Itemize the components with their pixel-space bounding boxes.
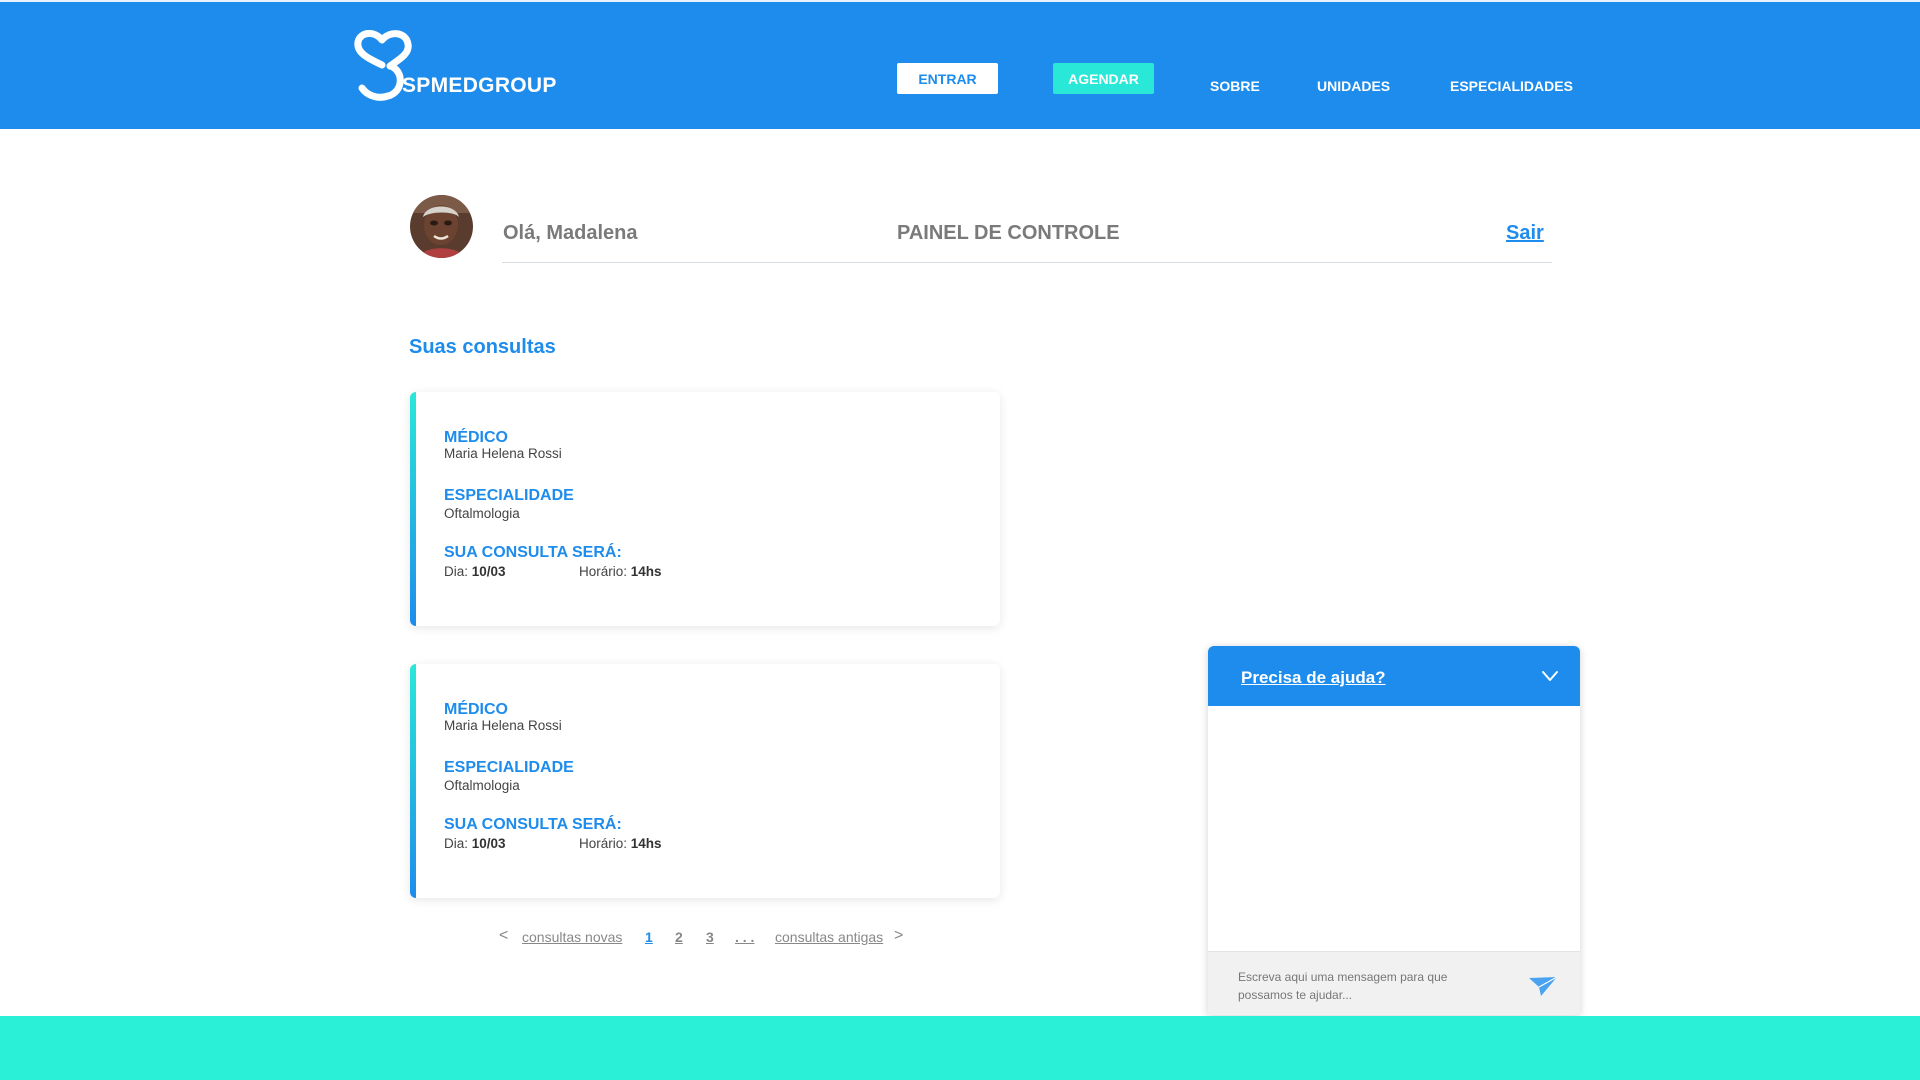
doctor-label: MÉDICO: [444, 429, 508, 446]
page-link-1[interactable]: 1: [645, 929, 653, 945]
date-value: 10/03: [471, 836, 506, 851]
doctor-name: Maria Helena Rossi: [444, 718, 562, 733]
specialty-label: ESPECIALIDADE: [444, 759, 574, 776]
next-page-arrow[interactable]: >: [894, 927, 903, 945]
date-field: Dia: 10/03: [444, 564, 506, 579]
chevron-down-icon[interactable]: [1540, 666, 1560, 686]
nav-link-unidades[interactable]: UNIDADES: [1317, 78, 1390, 94]
footer: [0, 1016, 1920, 1080]
specialty-value: Oftalmologia: [444, 778, 520, 793]
schedule-button[interactable]: AGENDAR: [1053, 63, 1154, 94]
paper-plane-icon[interactable]: [1528, 974, 1558, 998]
older-appointments-link[interactable]: consultas antigas: [775, 929, 883, 945]
help-chat-widget: Precisa de ajuda? Escreva aqui uma mensa…: [1208, 646, 1580, 1015]
time-field: Horário: 14hs: [579, 836, 662, 851]
prev-page-arrow[interactable]: <: [499, 927, 508, 945]
time-label: Horário:: [579, 836, 628, 851]
pagination-ellipsis: . . .: [735, 929, 755, 945]
divider: [502, 262, 1552, 263]
nav-link-sobre[interactable]: SOBRE: [1210, 78, 1260, 94]
time-value: 14hs: [630, 564, 662, 579]
section-title: Suas consultas: [409, 336, 556, 358]
specialty-label: ESPECIALIDADE: [444, 487, 574, 504]
avatar: [410, 195, 473, 258]
chat-header[interactable]: Precisa de ajuda?: [1208, 646, 1580, 706]
user-photo: [410, 195, 473, 258]
date-field: Dia: 10/03: [444, 836, 506, 851]
nav-link-especialidades[interactable]: ESPECIALIDADES: [1450, 78, 1573, 94]
page-link-2[interactable]: 2: [675, 929, 683, 945]
page: SPMEDGROUP ENTRAR AGENDAR SOBRE UNIDADES…: [0, 0, 1920, 1080]
newer-appointments-link[interactable]: consultas novas: [522, 929, 622, 945]
chat-message-input[interactable]: Escreva aqui uma mensagem para que possa…: [1208, 951, 1580, 1015]
page-title: PAINEL DE CONTROLE: [897, 222, 1120, 244]
brand-name: SPMEDGROUP: [402, 74, 557, 97]
schedule-label: SUA CONSULTA SERÁ:: [444, 544, 622, 561]
page-link-3[interactable]: 3: [706, 929, 714, 945]
top-navbar: SPMEDGROUP ENTRAR AGENDAR SOBRE UNIDADES…: [0, 0, 1920, 129]
logout-link[interactable]: Sair: [1506, 222, 1544, 245]
brand-logo[interactable]: SPMEDGROUP: [350, 30, 580, 108]
appointment-card: MÉDICO Maria Helena Rossi ESPECIALIDADE …: [410, 664, 1000, 898]
date-value: 10/03: [471, 564, 506, 579]
time-value: 14hs: [630, 836, 662, 851]
user-greeting: Olá, Madalena: [503, 222, 638, 244]
appointment-card: MÉDICO Maria Helena Rossi ESPECIALIDADE …: [410, 392, 1000, 626]
date-label: Dia:: [444, 836, 469, 851]
specialty-value: Oftalmologia: [444, 506, 520, 521]
date-label: Dia:: [444, 564, 469, 579]
login-button[interactable]: ENTRAR: [897, 63, 998, 94]
doctor-label: MÉDICO: [444, 701, 508, 718]
time-field: Horário: 14hs: [579, 564, 662, 579]
doctor-name: Maria Helena Rossi: [444, 446, 562, 461]
schedule-label: SUA CONSULTA SERÁ:: [444, 816, 622, 833]
time-label: Horário:: [579, 564, 628, 579]
chat-input-placeholder: Escreva aqui uma mensagem para que possa…: [1238, 970, 1448, 1002]
chat-title[interactable]: Precisa de ajuda?: [1241, 668, 1386, 688]
